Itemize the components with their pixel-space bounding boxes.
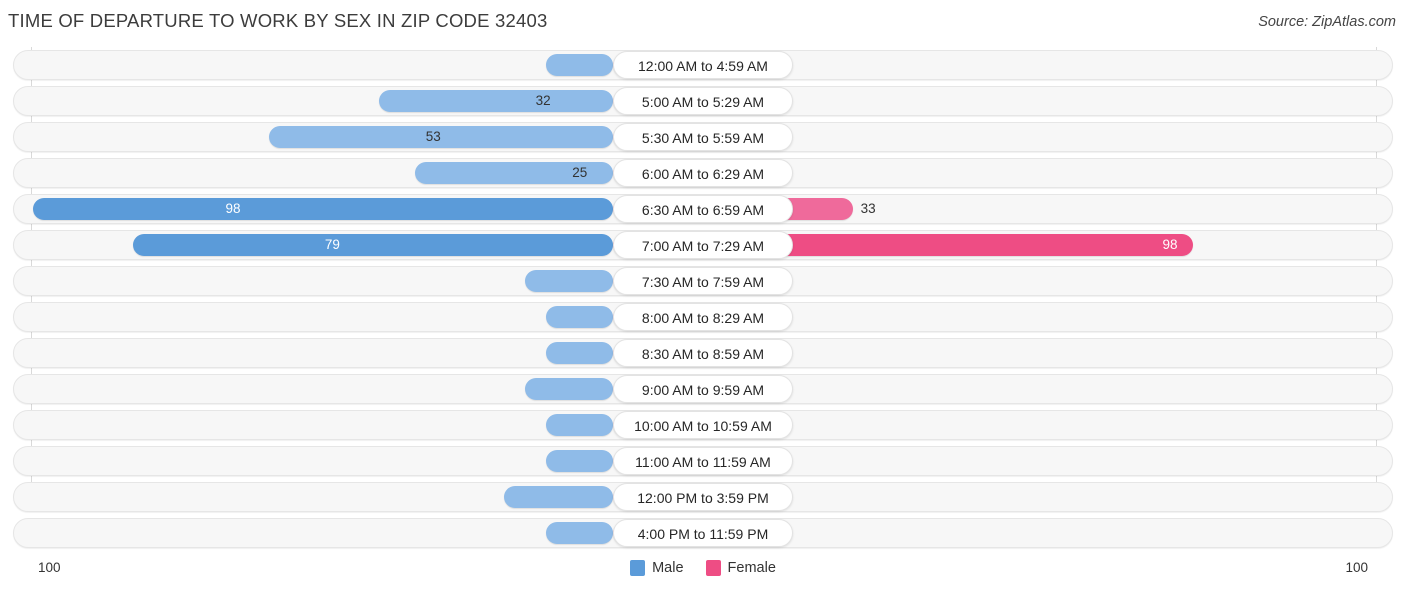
row-category-label: 9:00 AM to 9:59 AM — [613, 375, 793, 403]
chart-rows: 0412:00 AM to 4:59 AM 3205:00 AM to 5:29 … — [0, 50, 1406, 554]
bar-male[interactable] — [546, 414, 613, 436]
row-category-label: 10:00 AM to 10:59 AM — [613, 411, 793, 439]
bar-value-male: 98 — [225, 201, 241, 216]
row-category-label: 12:00 AM to 4:59 AM — [613, 51, 793, 79]
bar-male[interactable] — [525, 270, 613, 292]
chart-row[interactable]: 79 98 7:00 AM to 7:29 AM — [0, 230, 1406, 260]
chart-row[interactable]: 008:00 AM to 8:29 AM — [0, 302, 1406, 332]
bar-male[interactable] — [546, 522, 613, 544]
bar-male[interactable] — [33, 198, 613, 220]
bar-male[interactable] — [504, 486, 613, 508]
chart-row[interactable]: 0104:00 PM to 11:59 PM — [0, 518, 1406, 548]
bar-male[interactable] — [546, 306, 613, 328]
chart-legend: Male Female — [0, 560, 1406, 576]
row-category-label: 8:00 AM to 8:29 AM — [613, 303, 793, 331]
legend-swatch-male-icon — [630, 560, 646, 576]
diverging-bar-chart: 0412:00 AM to 4:59 AM 3205:00 AM to 5:29 … — [0, 47, 1406, 576]
bar-male[interactable] — [546, 54, 613, 76]
bar-value-male: 79 — [324, 237, 340, 252]
row-category-label: 7:30 AM to 7:59 AM — [613, 267, 793, 295]
legend-label-female: Female — [727, 560, 776, 576]
bar-value-male: 25 — [572, 165, 588, 180]
chart-row[interactable]: 2556:00 AM to 6:29 AM — [0, 158, 1406, 188]
row-category-label: 5:00 AM to 5:29 AM — [613, 87, 793, 115]
row-category-label: 5:30 AM to 5:59 AM — [613, 123, 793, 151]
bar-value-male: 53 — [425, 129, 441, 144]
chart-page: TIME OF DEPARTURE TO WORK BY SEX IN ZIP … — [0, 0, 1406, 595]
chart-row[interactable]: 8612:00 PM to 3:59 PM — [0, 482, 1406, 512]
legend-label-male: Male — [652, 560, 684, 576]
source-attribution: Source: ZipAtlas.com — [1258, 14, 1396, 30]
bar-male[interactable] — [132, 234, 613, 256]
row-category-label: 8:30 AM to 8:59 AM — [613, 339, 793, 367]
bar-value-female: 33 — [860, 201, 876, 216]
axis-tick-right: 100 — [1345, 560, 1368, 575]
chart-row[interactable]: 0010:00 AM to 10:59 AM — [0, 410, 1406, 440]
bar-value-male: 32 — [535, 93, 551, 108]
chart-row[interactable]: 469:00 AM to 9:59 AM — [0, 374, 1406, 404]
bar-value-female: 98 — [1162, 237, 1178, 252]
legend-item-female[interactable]: Female — [705, 560, 776, 576]
bar-male[interactable] — [268, 126, 613, 148]
legend-item-male[interactable]: Male — [630, 560, 684, 576]
bar-male[interactable] — [546, 450, 613, 472]
legend-swatch-female-icon — [705, 560, 721, 576]
chart-row[interactable]: 0011:00 AM to 11:59 AM — [0, 446, 1406, 476]
axis-tick-left: 100 — [38, 560, 61, 575]
row-category-label: 4:00 PM to 11:59 PM — [613, 519, 793, 547]
bar-male[interactable] — [525, 378, 613, 400]
bar-male[interactable] — [546, 342, 613, 364]
row-category-label: 7:00 AM to 7:29 AM — [613, 231, 793, 259]
chart-row[interactable]: 008:30 AM to 8:59 AM — [0, 338, 1406, 368]
page-title: TIME OF DEPARTURE TO WORK BY SEX IN ZIP … — [8, 10, 548, 31]
row-category-label: 6:30 AM to 6:59 AM — [613, 195, 793, 223]
chart-row[interactable]: 407:30 AM to 7:59 AM — [0, 266, 1406, 296]
chart-row[interactable]: 3205:00 AM to 5:29 AM — [0, 86, 1406, 116]
bar-male[interactable] — [378, 90, 613, 112]
row-category-label: 12:00 PM to 3:59 PM — [613, 483, 793, 511]
row-category-label: 11:00 AM to 11:59 AM — [613, 447, 793, 475]
row-category-label: 6:00 AM to 6:29 AM — [613, 159, 793, 187]
chart-row[interactable]: 98 33 6:30 AM to 6:59 AM — [0, 194, 1406, 224]
chart-row[interactable]: 5305:30 AM to 5:59 AM — [0, 122, 1406, 152]
chart-row[interactable]: 0412:00 AM to 4:59 AM — [0, 50, 1406, 80]
chart-axis: 100 100 Male Female — [0, 552, 1406, 598]
